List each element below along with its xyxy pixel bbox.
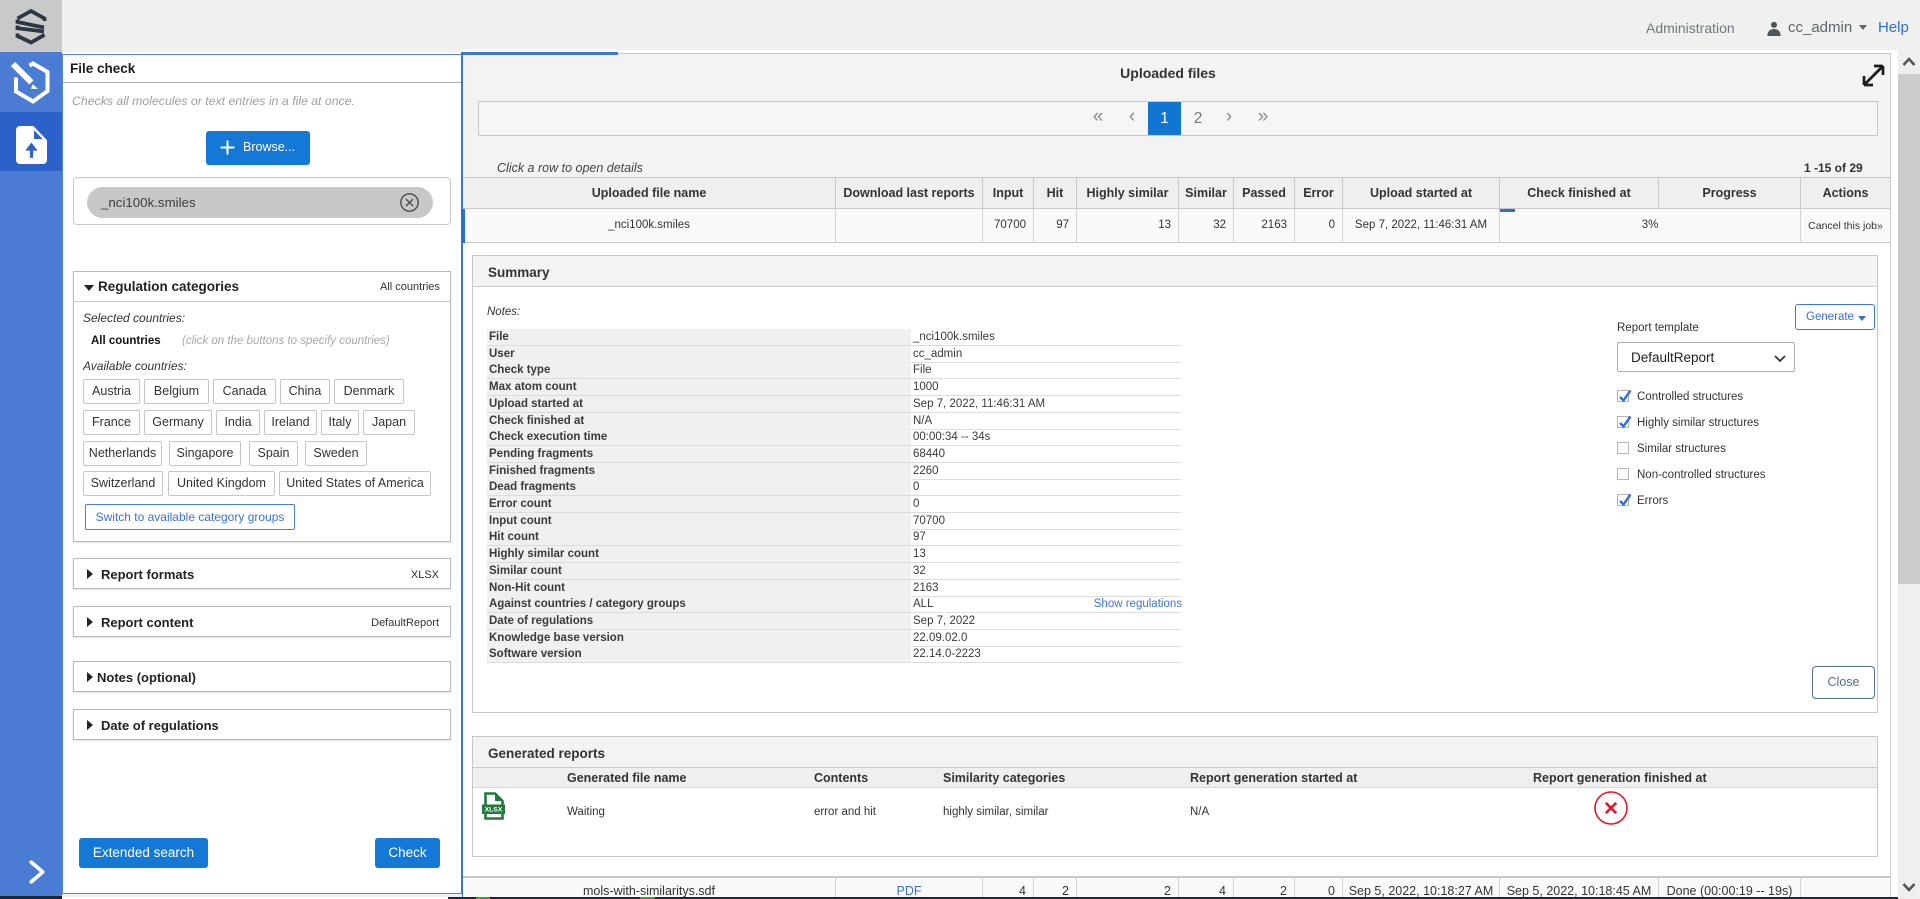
- svg-text:XLSX: XLSX: [485, 807, 503, 814]
